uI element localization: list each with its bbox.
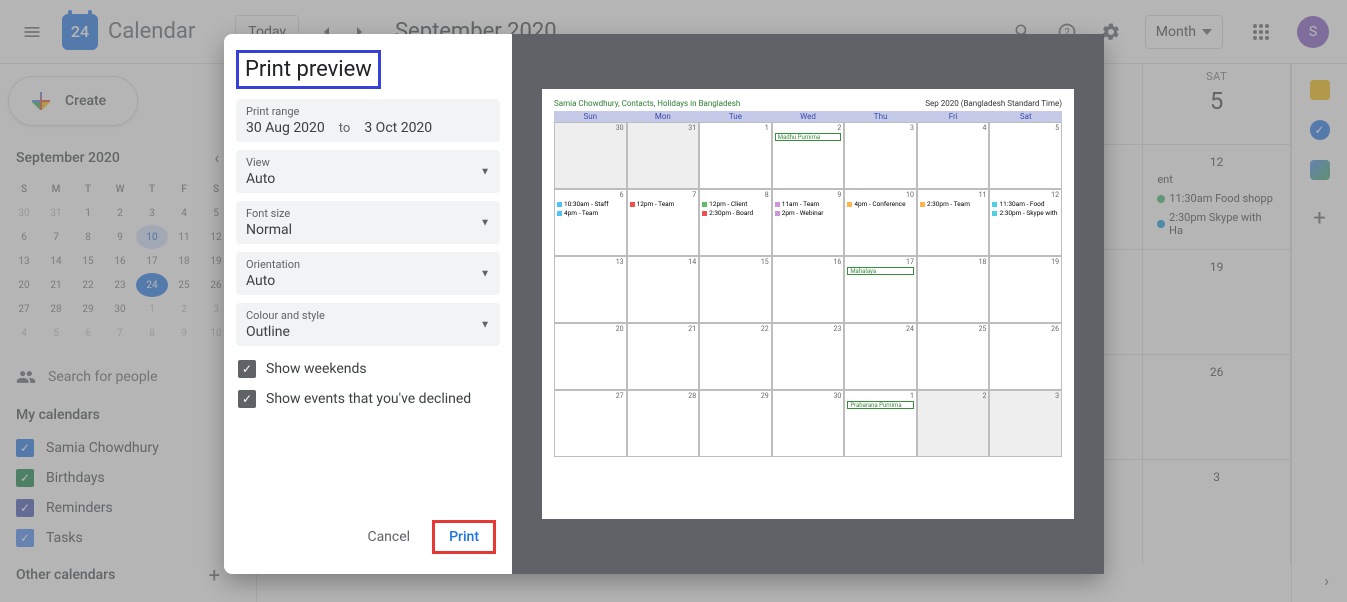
preview-cell: 1211:30am - Food2:30pm - Skype with bbox=[989, 189, 1062, 256]
preview-cell: 19 bbox=[989, 256, 1062, 323]
orientation-field[interactable]: Orientation Auto ▼ bbox=[236, 252, 500, 295]
preview-cell: 3 bbox=[844, 122, 917, 189]
preview-cell: 28 bbox=[627, 390, 700, 457]
show-weekends-checkbox[interactable]: ✓ Show weekends bbox=[236, 354, 500, 384]
preview-event: 10:30am - Staff bbox=[557, 200, 624, 208]
preview-event: 2:30pm - Skype with bbox=[992, 209, 1059, 217]
preview-cell: 4 bbox=[917, 122, 990, 189]
preview-meta: Samia Chowdhury, Contacts, Holidays in B… bbox=[554, 99, 740, 108]
view-field[interactable]: View Auto ▼ bbox=[236, 150, 500, 193]
preview-grid: 303112Madhu Purnima345610:30am - Staff4p… bbox=[554, 122, 1062, 457]
preview-event: 11am - Team bbox=[775, 200, 842, 208]
preview-cell: 1 bbox=[699, 122, 772, 189]
preview-cell: 3 bbox=[989, 390, 1062, 457]
preview-cell: 1Prabarana Purnima bbox=[844, 390, 917, 457]
preview-cell: 31 bbox=[627, 122, 700, 189]
preview-cell: 812pm - Client2:30pm - Board bbox=[699, 189, 772, 256]
preview-dow-row: SunMonTueWedThuFriSat bbox=[554, 111, 1062, 122]
colour-style-field[interactable]: Colour and style Outline ▼ bbox=[236, 303, 500, 346]
preview-cell: 14 bbox=[627, 256, 700, 323]
preview-dow-cell: Sun bbox=[554, 111, 627, 122]
chevron-down-icon: ▼ bbox=[480, 268, 490, 279]
preview-cell: 712pm - Team bbox=[627, 189, 700, 256]
preview-cell: 15 bbox=[699, 256, 772, 323]
preview-event: 12pm - Team bbox=[630, 200, 697, 208]
preview-allday-event: Mahalaya bbox=[847, 267, 914, 275]
colour-label: Colour and style bbox=[246, 309, 490, 322]
checkbox-checked-icon: ✓ bbox=[238, 390, 256, 408]
preview-pane: Samia Chowdhury, Contacts, Holidays in B… bbox=[512, 34, 1104, 574]
view-label: View bbox=[246, 156, 490, 169]
preview-cell: 17Mahalaya bbox=[844, 256, 917, 323]
preview-cell: 16 bbox=[772, 256, 845, 323]
preview-allday-event: Madhu Purnima bbox=[775, 133, 842, 141]
preview-cell: 23 bbox=[772, 323, 845, 390]
preview-cell: 27 bbox=[554, 390, 627, 457]
preview-event: 2pm - Webinar bbox=[775, 209, 842, 217]
chevron-down-icon: ▼ bbox=[480, 166, 490, 177]
show-declined-checkbox[interactable]: ✓ Show events that you've declined bbox=[236, 384, 500, 414]
checkbox-checked-icon: ✓ bbox=[238, 360, 256, 378]
range-start: 30 Aug 2020 bbox=[246, 120, 325, 136]
preview-cell: 20 bbox=[554, 323, 627, 390]
preview-cell: 26 bbox=[989, 323, 1062, 390]
dialog-footer: Cancel Print bbox=[236, 516, 500, 558]
preview-cell: 104pm - Conference bbox=[844, 189, 917, 256]
print-preview-dialog: Print preview Print range 30 Aug 2020 to… bbox=[224, 34, 1104, 574]
dialog-title: Print preview bbox=[236, 50, 381, 89]
preview-month: Sep 2020 (Bangladesh Standard Time) bbox=[925, 99, 1062, 108]
preview-event: 11:30am - Food bbox=[992, 200, 1059, 208]
preview-event: 4pm - Conference bbox=[847, 200, 914, 208]
font-label: Font size bbox=[246, 207, 490, 220]
preview-page: Samia Chowdhury, Contacts, Holidays in B… bbox=[542, 89, 1074, 519]
show-weekends-label: Show weekends bbox=[266, 361, 367, 377]
preview-cell: 22 bbox=[699, 323, 772, 390]
modal-overlay: Print preview Print range 30 Aug 2020 to… bbox=[0, 0, 1347, 602]
orientation-label: Orientation bbox=[246, 258, 490, 271]
font-value: Normal bbox=[246, 222, 490, 238]
range-to: to bbox=[339, 121, 351, 136]
chevron-down-icon: ▼ bbox=[480, 217, 490, 228]
colour-value: Outline bbox=[246, 324, 490, 340]
print-button[interactable]: Print bbox=[432, 520, 496, 554]
preview-cell: 30 bbox=[772, 390, 845, 457]
dialog-controls: Print preview Print range 30 Aug 2020 to… bbox=[224, 34, 512, 574]
preview-cell: 24 bbox=[844, 323, 917, 390]
preview-dow-cell: Mon bbox=[627, 111, 700, 122]
preview-cell: 30 bbox=[554, 122, 627, 189]
preview-event: 4pm - Team bbox=[557, 209, 624, 217]
preview-dow-cell: Tue bbox=[699, 111, 772, 122]
preview-allday-event: Prabarana Purnima bbox=[847, 401, 914, 409]
preview-cell: 5 bbox=[989, 122, 1062, 189]
preview-cell: 112:30pm - Team bbox=[917, 189, 990, 256]
preview-dow-cell: Fri bbox=[917, 111, 990, 122]
preview-cell: 2 bbox=[917, 390, 990, 457]
preview-dow-cell: Sat bbox=[989, 111, 1062, 122]
preview-cell: 18 bbox=[917, 256, 990, 323]
orientation-value: Auto bbox=[246, 273, 490, 289]
cancel-button[interactable]: Cancel bbox=[355, 520, 422, 554]
preview-cell: 21 bbox=[627, 323, 700, 390]
range-end: 3 Oct 2020 bbox=[364, 120, 432, 136]
font-size-field[interactable]: Font size Normal ▼ bbox=[236, 201, 500, 244]
preview-dow-cell: Thu bbox=[844, 111, 917, 122]
print-range-label: Print range bbox=[246, 105, 490, 118]
print-range-field[interactable]: Print range 30 Aug 2020 to 3 Oct 2020 bbox=[236, 99, 500, 142]
preview-event: 2:30pm - Board bbox=[702, 209, 769, 217]
view-value: Auto bbox=[246, 171, 490, 187]
preview-cell: 610:30am - Staff4pm - Team bbox=[554, 189, 627, 256]
preview-dow-cell: Wed bbox=[772, 111, 845, 122]
preview-cell: 29 bbox=[699, 390, 772, 457]
preview-event: 12pm - Client bbox=[702, 200, 769, 208]
preview-event: 2:30pm - Team bbox=[920, 200, 987, 208]
preview-cell: 25 bbox=[917, 323, 990, 390]
show-declined-label: Show events that you've declined bbox=[266, 391, 471, 407]
chevron-down-icon: ▼ bbox=[480, 319, 490, 330]
preview-cell: 911am - Team2pm - Webinar bbox=[772, 189, 845, 256]
preview-cell: 2Madhu Purnima bbox=[772, 122, 845, 189]
preview-cell: 13 bbox=[554, 256, 627, 323]
